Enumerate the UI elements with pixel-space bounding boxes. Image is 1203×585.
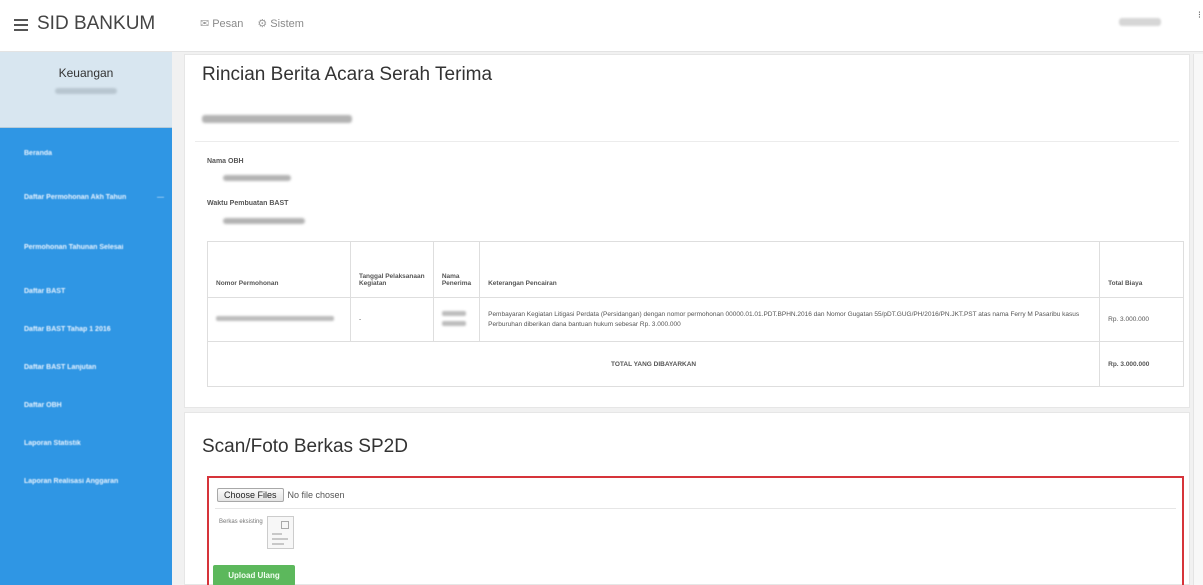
waktu-pembuatan-label: Waktu Pembuatan BAST bbox=[207, 200, 289, 207]
document-thumbnail-icon[interactable] bbox=[266, 516, 294, 549]
cell-total-biaya: Rp. 3.000.000 bbox=[1099, 297, 1184, 342]
scan-panel: Scan/Foto Berkas SP2D Choose Files No fi… bbox=[184, 412, 1190, 585]
file-status: No file chosen bbox=[287, 490, 345, 500]
scan-title: Scan/Foto Berkas SP2D bbox=[202, 436, 408, 457]
top-menu-pesan-label: Pesan bbox=[212, 17, 244, 30]
page-title: Rincian Berita Acara Serah Terima bbox=[202, 64, 493, 85]
cell-nomor-permohonan bbox=[207, 297, 351, 342]
choose-files-button[interactable]: Choose Files bbox=[217, 488, 284, 502]
sidebar-item-label: Laporan Realisasi Anggaran bbox=[24, 478, 119, 486]
sidebar-item-daftar-bast-tahap-1[interactable]: Daftar BAST Tahap 1 2016 bbox=[0, 311, 172, 349]
sidebar-item-daftar-obh[interactable]: Daftar OBH bbox=[0, 387, 172, 425]
cell-keterangan: Pembayaran Kegiatan Litigasi Perdata (Pe… bbox=[479, 297, 1101, 342]
sidebar-item-beranda[interactable]: Beranda bbox=[0, 135, 172, 173]
sidebar-item-label: Permohonan Tahunan Selesai bbox=[24, 244, 124, 252]
top-menu-pesan[interactable]: ✉ Pesan bbox=[200, 17, 244, 31]
hamburger-menu-icon[interactable] bbox=[14, 18, 28, 31]
top-menu-sistem[interactable]: ⚙ Sistem bbox=[257, 17, 304, 31]
sidebar-item-permohonan-tahunan-selesai[interactable]: Permohonan Tahunan Selesai bbox=[0, 223, 172, 273]
app-title: SID BANKUM bbox=[37, 13, 156, 34]
cell-nama-penerima bbox=[432, 297, 481, 342]
table-header-row: Nomor Permohonan Tanggal Pelaksanaan Keg… bbox=[207, 241, 1184, 298]
sidebar-item-label: Daftar Permohonan Akh Tahun bbox=[24, 194, 127, 202]
table-total-row: TOTAL YANG DIBAYARKAN Rp. 3.000.000 bbox=[206, 341, 1184, 387]
upload-ulang-button[interactable]: Upload Ulang bbox=[213, 565, 295, 585]
col-nama-penerima: Nama Penerima bbox=[432, 241, 481, 298]
sidebar-item-laporan-realisasi-anggaran[interactable]: Laporan Realisasi Anggaran bbox=[0, 463, 172, 501]
sidebar-item-laporan-statistik[interactable]: Laporan Statistik bbox=[0, 425, 172, 463]
rincian-panel: Rincian Berita Acara Serah Terima Nama O… bbox=[184, 54, 1190, 408]
total-label: TOTAL YANG DIBAYARKAN bbox=[206, 341, 1101, 387]
sidebar-title: Keuangan bbox=[58, 66, 114, 80]
sidebar-item-daftar-bast-lanjutan[interactable]: Daftar BAST Lanjutan bbox=[0, 349, 172, 387]
top-menu-sistem-label: Sistem bbox=[270, 17, 304, 30]
sidebar-subtitle bbox=[55, 88, 117, 94]
upload-box: Choose Files No file chosen Berkas eksis… bbox=[207, 476, 1184, 585]
existing-file-row: Berkas eksisting bbox=[219, 516, 294, 549]
col-keterangan: Keterangan Pencairan bbox=[479, 241, 1101, 298]
top-navbar: SID BANKUM ✉ Pesan ⚙ Sistem ⁝ bbox=[0, 0, 1203, 52]
divider bbox=[195, 141, 1179, 142]
table-row: - Pembayaran Kegiatan Litigasi Perdata (… bbox=[207, 297, 1184, 342]
nama-obh-value bbox=[223, 175, 291, 181]
scrollbar[interactable] bbox=[1193, 54, 1203, 585]
nama-obh-label: Nama OBH bbox=[207, 158, 244, 165]
file-input-row: Choose Files No file chosen bbox=[217, 488, 345, 502]
sidebar-item-label: Daftar BAST Lanjutan bbox=[24, 364, 97, 372]
cell-tanggal: - bbox=[349, 297, 434, 342]
sidebar-item-label: Beranda bbox=[24, 150, 53, 158]
sidebar-item-label: Laporan Statistik bbox=[24, 440, 81, 448]
sidebar-header: Keuangan bbox=[0, 52, 172, 128]
rincian-table: Nomor Permohonan Tanggal Pelaksanaan Keg… bbox=[206, 241, 1184, 387]
col-total-biaya: Total Biaya bbox=[1099, 241, 1184, 298]
user-menu[interactable] bbox=[1119, 18, 1161, 26]
existing-file-label: Berkas eksisting bbox=[219, 519, 263, 525]
top-menu: ✉ Pesan ⚙ Sistem bbox=[200, 17, 304, 31]
bast-number bbox=[202, 115, 352, 123]
sidebar: Keuangan Beranda Daftar Permohonan Akh T… bbox=[0, 52, 172, 585]
total-value: Rp. 3.000.000 bbox=[1099, 341, 1184, 387]
col-tanggal-pelaksanaan: Tanggal Pelaksanaan Kegiatan bbox=[349, 241, 434, 298]
envelope-icon: ✉ bbox=[200, 18, 210, 30]
gear-icon: ⚙ bbox=[257, 18, 268, 30]
brand[interactable]: SID BANKUM bbox=[14, 13, 155, 35]
sidebar-item-daftar-permohonan-akhir-tahun[interactable]: Daftar Permohonan Akh Tahun — bbox=[0, 173, 172, 223]
sidebar-item-label: Daftar BAST bbox=[24, 288, 66, 296]
divider bbox=[215, 508, 1176, 509]
sidebar-item-daftar-bast[interactable]: Daftar BAST bbox=[0, 273, 172, 311]
col-nomor-permohonan: Nomor Permohonan bbox=[207, 241, 351, 298]
waktu-pembuatan-value bbox=[223, 218, 305, 224]
sidebar-item-label: Daftar OBH bbox=[24, 402, 62, 410]
window-edge-icon: ⁝ bbox=[1197, 10, 1201, 21]
expand-icon: — bbox=[157, 194, 164, 202]
sidebar-item-label: Daftar BAST Tahap 1 2016 bbox=[24, 326, 111, 334]
sidebar-menu: Beranda Daftar Permohonan Akh Tahun — Per… bbox=[0, 135, 172, 501]
